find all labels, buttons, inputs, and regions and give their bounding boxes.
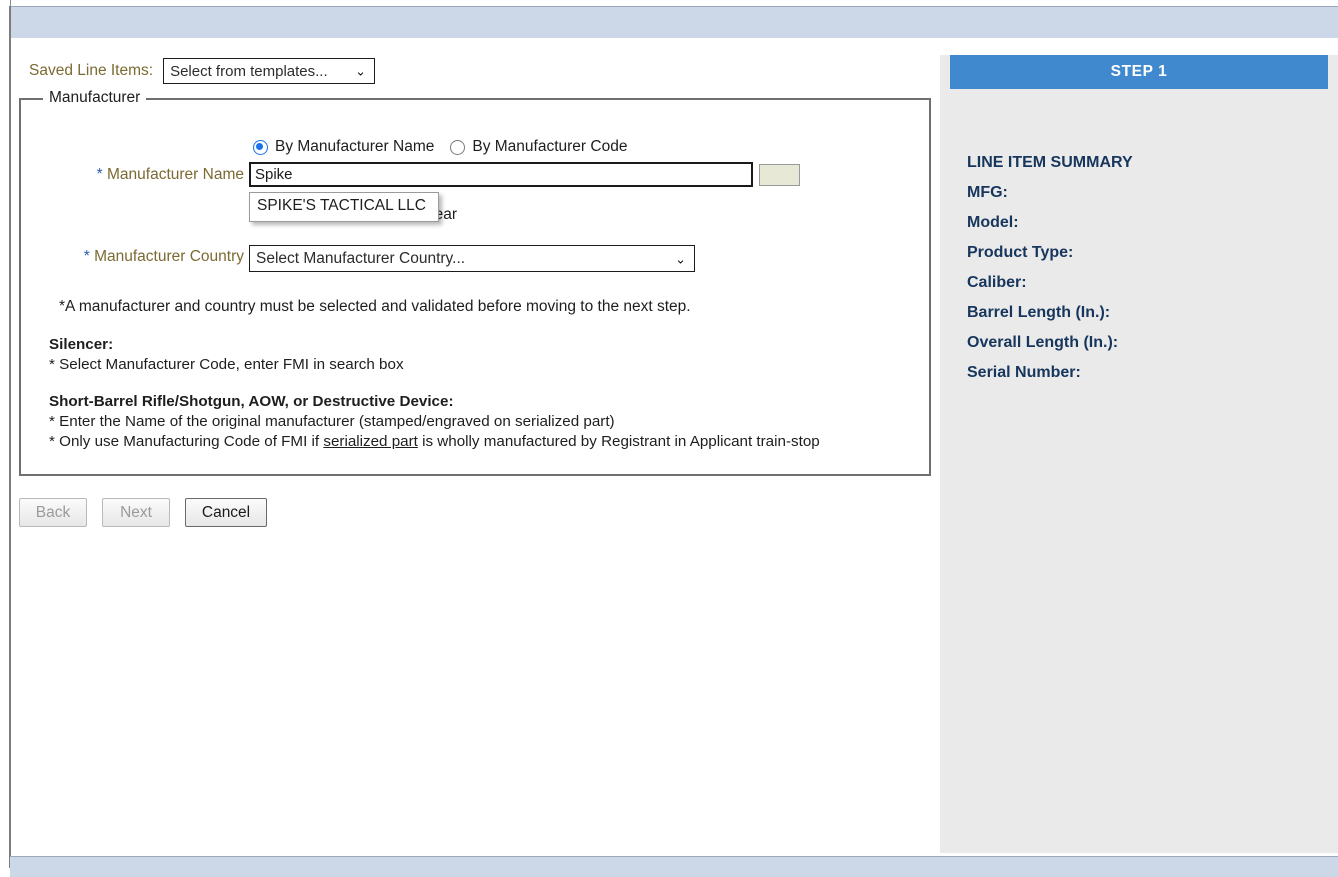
saved-line-items-row: Saved Line Items: Select from templates.… [29, 58, 376, 84]
required-asterisk: * [96, 166, 103, 183]
manufacturer-country-select-wrap: Select Manufacturer Country... ⌄ [249, 245, 695, 272]
autocomplete-item[interactable]: SPIKE'S TACTICAL LLC [250, 193, 438, 221]
manufacturer-name-label: * Manufacturer Name [82, 166, 244, 184]
radio-selected-icon[interactable] [253, 139, 268, 155]
manufacturer-country-select[interactable]: Select Manufacturer Country... [249, 245, 695, 272]
summary-field-model: Model: [967, 214, 1019, 231]
instruction-group-silencer: Silencer: * Select Manufacturer Code, en… [49, 335, 820, 375]
radio-option-by-manufacturer-name[interactable]: By Manufacturer Name [253, 138, 434, 156]
summary-field-product-type: Product Type: [967, 244, 1074, 261]
instructions-block: Silencer: * Select Manufacturer Code, en… [49, 335, 820, 452]
saved-line-items-select-wrap: Select from templates... ⌄ [163, 58, 376, 84]
radio-label-by-manufacturer-name: By Manufacturer Name [275, 138, 435, 155]
radio-label-by-manufacturer-code: By Manufacturer Code [472, 138, 628, 155]
next-button[interactable]: Next [102, 498, 170, 527]
saved-line-items-select[interactable]: Select from templates... [163, 58, 376, 84]
page-content: Saved Line Items: Select from templates.… [11, 38, 1338, 856]
instruction-line-with-link: * Only use Manufacturing Code of FMI if … [49, 432, 820, 452]
radio-option-by-manufacturer-code[interactable]: By Manufacturer Code [450, 138, 627, 156]
instruction-line-suffix: is wholly manufactured by Registrant in … [417, 433, 820, 450]
radio-unselected-icon[interactable] [450, 139, 466, 155]
required-fields-note: *A manufacturer and country must be sele… [59, 298, 691, 315]
cancel-button[interactable]: Cancel [185, 498, 267, 527]
manufacturer-country-label: * Manufacturer Country [66, 248, 244, 266]
back-button[interactable]: Back [19, 498, 87, 527]
manufacturer-autocomplete-dropdown[interactable]: SPIKE'S TACTICAL LLC [249, 192, 439, 222]
summary-field-serial-number: Serial Number: [967, 364, 1081, 381]
serialized-part-link[interactable]: serialized part [323, 433, 418, 450]
instruction-line-prefix: * Only use Manufacturing Code of FMI if [49, 433, 324, 450]
manufacturer-validation-indicator [759, 164, 800, 186]
summary-title: LINE ITEM SUMMARY [967, 154, 1133, 171]
summary-field-caliber: Caliber: [967, 274, 1027, 291]
top-chrome-bar [10, 6, 1338, 38]
bottom-chrome-bar [10, 856, 1338, 877]
summary-field-list: LINE ITEM SUMMARY MFG: Model: Product Ty… [967, 148, 1133, 388]
instruction-group-sbr: Short-Barrel Rifle/Shotgun, AOW, or Dest… [49, 392, 820, 452]
instruction-heading: Short-Barrel Rifle/Shotgun, AOW, or Dest… [49, 393, 454, 410]
instruction-line: * Enter the Name of the original manufac… [49, 413, 615, 430]
search-mode-radio-group: By Manufacturer Name By Manufacturer Cod… [253, 138, 627, 156]
line-item-summary-panel: STEP 1 LINE ITEM SUMMARY MFG: Model: Pro… [940, 55, 1338, 853]
required-asterisk: * [83, 248, 90, 265]
application-window: Saved Line Items: Select from templates.… [0, 0, 1338, 877]
manufacturer-name-input[interactable] [249, 162, 753, 187]
summary-field-barrel-length: Barrel Length (In.): [967, 304, 1111, 321]
wizard-button-row: Back Next Cancel [19, 498, 267, 527]
manufacturer-legend: Manufacturer [43, 89, 147, 107]
summary-field-mfg: MFG: [967, 184, 1008, 201]
step-header: STEP 1 [950, 55, 1328, 89]
manufacturer-country-label-text: Manufacturer Country [94, 248, 244, 265]
summary-field-overall-length: Overall Length (In.): [967, 334, 1119, 351]
instruction-line: * Select Manufacturer Code, enter FMI in… [49, 356, 404, 373]
manufacturer-fieldset: Manufacturer By Manufacturer Name By Man… [19, 89, 931, 476]
instruction-heading: Silencer: [49, 336, 114, 353]
saved-line-items-label: Saved Line Items: [29, 62, 154, 79]
manufacturer-name-label-text: Manufacturer Name [107, 166, 244, 183]
